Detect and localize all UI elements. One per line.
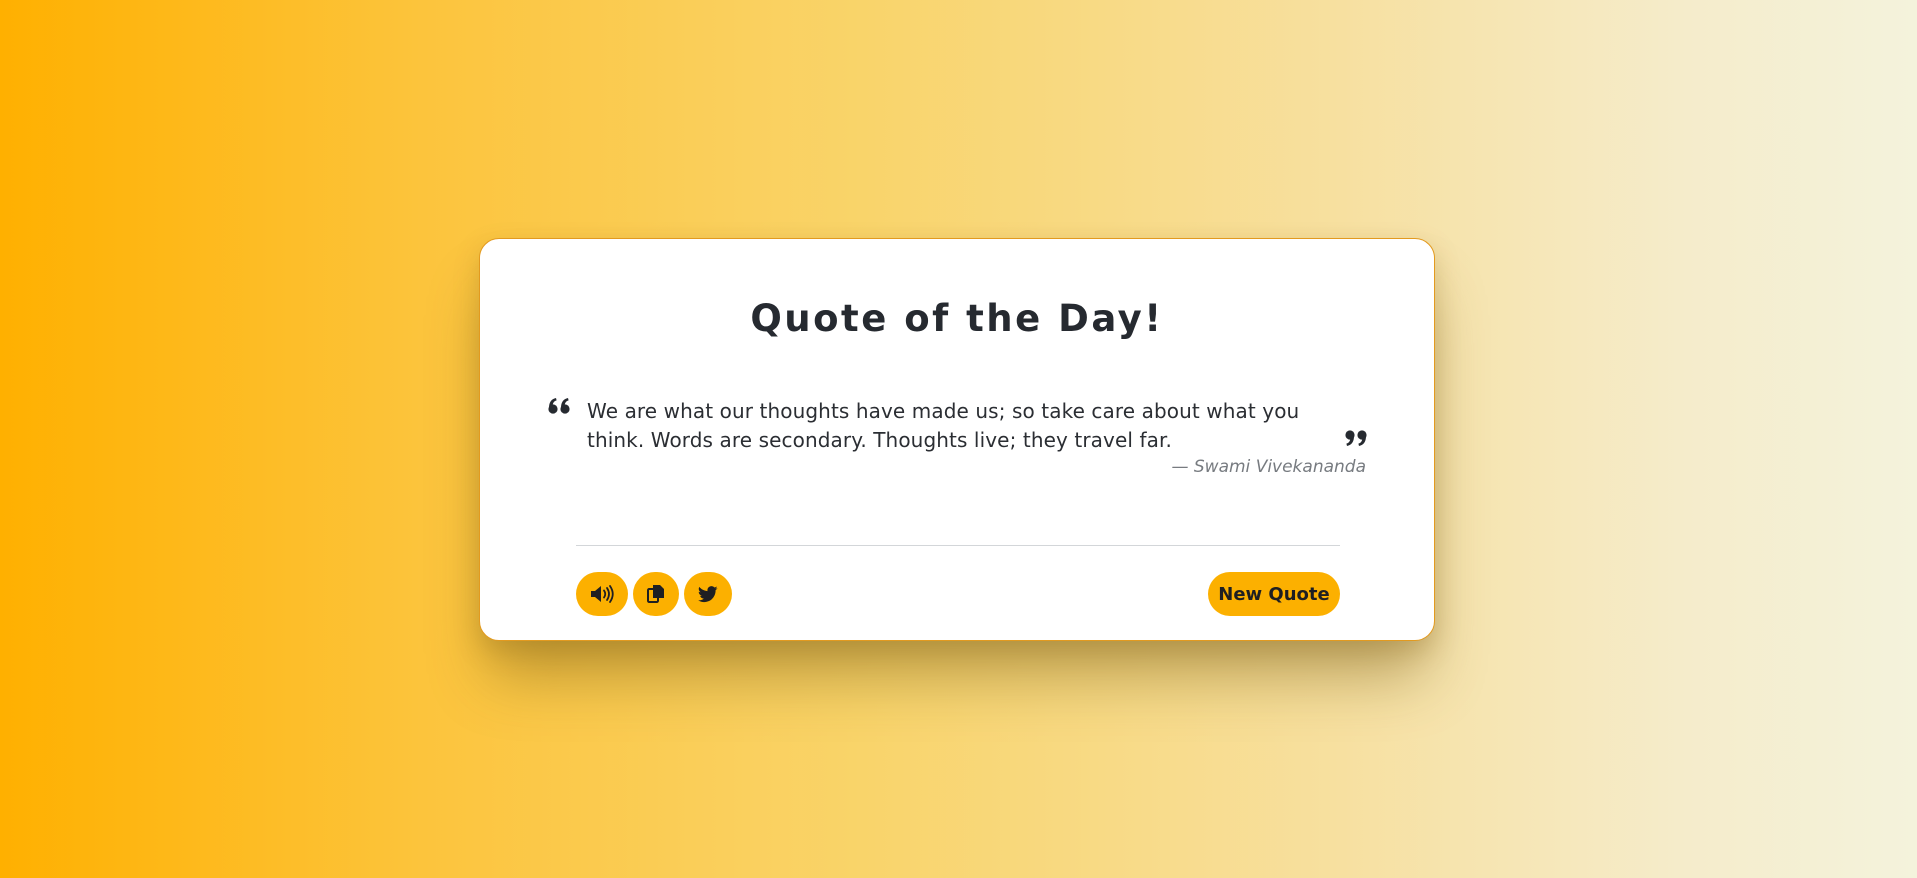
page-title: Quote of the Day! bbox=[750, 297, 1164, 340]
divider bbox=[576, 545, 1340, 546]
twitter-icon bbox=[698, 585, 718, 603]
copy-icon bbox=[647, 584, 665, 604]
tweet-button[interactable] bbox=[684, 572, 732, 616]
quote-left-icon bbox=[548, 397, 572, 417]
quote-card: Quote of the Day! We are what our though… bbox=[479, 238, 1435, 641]
quote-author: — Swami Vivekananda bbox=[1171, 457, 1366, 477]
volume-icon bbox=[589, 584, 615, 604]
copy-button[interactable] bbox=[633, 572, 679, 616]
quote-right-icon bbox=[1343, 427, 1367, 447]
quote-text: We are what our thoughts have made us; s… bbox=[587, 399, 1300, 452]
speak-button[interactable] bbox=[576, 572, 628, 616]
new-quote-button[interactable]: New Quote bbox=[1208, 572, 1340, 616]
